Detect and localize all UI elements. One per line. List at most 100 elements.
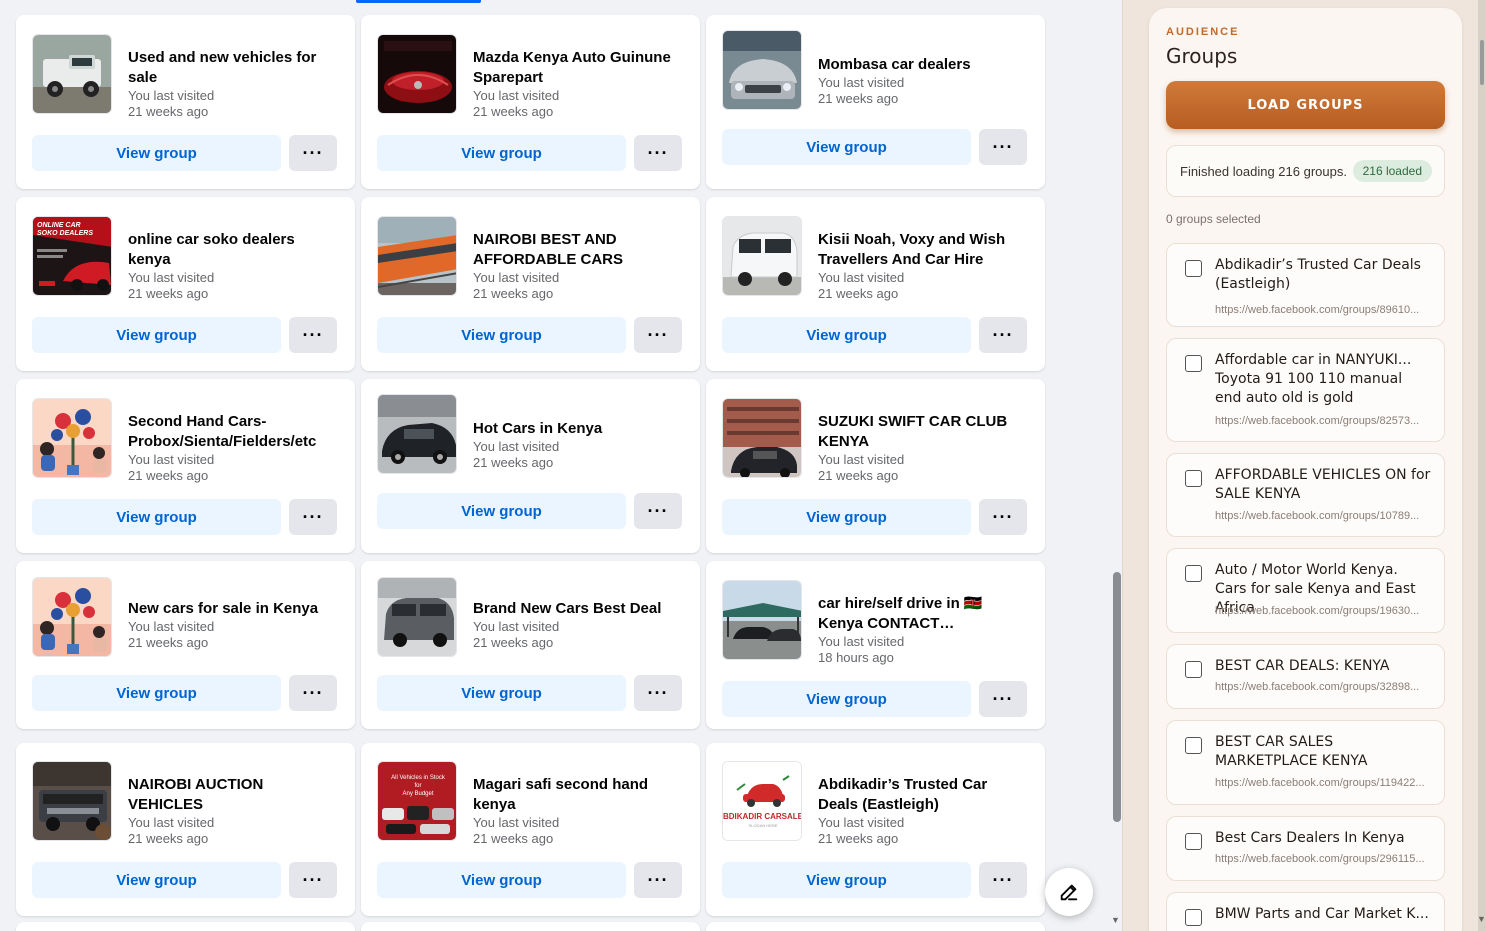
last-visited-label: You last visited: [473, 270, 560, 285]
more-options-icon[interactable]: ···: [289, 499, 337, 535]
group-list-url: https://web.facebook.com/groups/19630...: [1215, 605, 1420, 617]
group-list-item[interactable]: Abdikadir’s Trusted Car Deals (Eastleigh…: [1166, 243, 1445, 327]
group-list-item[interactable]: AFFORDABLE VEHICLES ON for SALE KENYA htt…: [1166, 453, 1445, 537]
more-options-icon[interactable]: ···: [979, 862, 1027, 898]
view-group-button[interactable]: View group: [377, 862, 626, 898]
loaded-count-badge: 216 loaded: [1352, 160, 1432, 182]
group-checkbox[interactable]: [1185, 355, 1202, 372]
panel-scrollbar[interactable]: [1478, 0, 1485, 931]
more-options-icon[interactable]: ···: [979, 317, 1027, 353]
view-group-button[interactable]: View group: [32, 499, 281, 535]
scroll-down-arrow-icon[interactable]: ▼: [1111, 915, 1120, 925]
more-options-icon[interactable]: ···: [289, 862, 337, 898]
view-group-button[interactable]: View group: [722, 499, 971, 535]
group-name[interactable]: Mombasa car dealers: [818, 55, 1031, 75]
group-info: Used and new vehicles for sale You last v…: [128, 48, 341, 120]
group-name[interactable]: online car soko dealers kenya: [128, 230, 341, 270]
group-thumbnail[interactable]: [722, 398, 802, 478]
group-thumbnail[interactable]: [32, 398, 112, 478]
group-checkbox[interactable]: [1185, 833, 1202, 850]
group-list-item[interactable]: BMW Parts and Car Market K...: [1166, 892, 1445, 931]
group-checkbox[interactable]: [1185, 470, 1202, 487]
more-options-icon[interactable]: ···: [634, 493, 682, 529]
group-thumbnail[interactable]: [32, 577, 112, 657]
group-checkbox[interactable]: [1185, 661, 1202, 678]
more-options-icon[interactable]: ···: [634, 317, 682, 353]
group-thumbnail[interactable]: [722, 216, 802, 296]
group-thumbnail[interactable]: ONLINE CAR SOKO DEALERS: [32, 216, 112, 296]
view-group-button[interactable]: View group: [377, 135, 626, 171]
more-options-icon[interactable]: ···: [289, 317, 337, 353]
more-options-icon[interactable]: ···: [289, 675, 337, 711]
group-thumbnail[interactable]: [722, 580, 802, 660]
more-options-icon[interactable]: ···: [634, 675, 682, 711]
group-thumbnail[interactable]: [32, 761, 112, 841]
group-list-title: AFFORDABLE VEHICLES ON for SALE KENYA: [1215, 467, 1431, 502]
group-name[interactable]: Hot Cars in Kenya: [473, 419, 686, 439]
group-name[interactable]: Used and new vehicles for sale: [128, 48, 341, 88]
more-options-icon[interactable]: ···: [634, 862, 682, 898]
view-group-button[interactable]: View group: [377, 317, 626, 353]
group-list-item[interactable]: BEST CAR SALES MARKETPLACE KENYA https://…: [1166, 720, 1445, 805]
view-group-button[interactable]: View group: [32, 135, 281, 171]
group-name[interactable]: NAIROBI AUCTION VEHICLES: [128, 775, 341, 815]
compose-button[interactable]: [1045, 868, 1093, 916]
group-name[interactable]: Brand New Cars Best Deal: [473, 599, 686, 619]
group-thumbnail[interactable]: All Vehicles in Stock for Any Budget: [377, 761, 457, 841]
load-groups-button[interactable]: LOAD GROUPS: [1166, 81, 1445, 129]
panel-scroll-down-icon[interactable]: ▼: [1477, 914, 1485, 924]
group-thumbnail[interactable]: [377, 216, 457, 296]
view-group-button[interactable]: View group: [722, 129, 971, 165]
group-thumbnail[interactable]: [32, 34, 112, 114]
group-name[interactable]: car hire/self drive in 🇰🇪 Kenya CONTACT…: [818, 594, 1031, 634]
group-name[interactable]: Mazda Kenya Auto Guinune Sparepart: [473, 48, 686, 88]
group-list-item[interactable]: Best Cars Dealers In Kenya https://web.fa…: [1166, 816, 1445, 881]
more-options-icon[interactable]: ···: [634, 135, 682, 171]
group-checkbox[interactable]: [1185, 737, 1202, 754]
view-group-button[interactable]: View group: [722, 681, 971, 717]
more-options-icon[interactable]: ···: [979, 499, 1027, 535]
group-info: Kisii Noah, Voxy and Wish Travellers And…: [818, 230, 1031, 302]
group-name[interactable]: NAIROBI BEST AND AFFORDABLE CARS: [473, 230, 686, 270]
view-group-button[interactable]: View group: [32, 317, 281, 353]
view-group-button[interactable]: View group: [32, 862, 281, 898]
more-options-icon[interactable]: ···: [289, 135, 337, 171]
group-thumbnail[interactable]: BDIKADIR CARSALE SLOGAN HERE: [722, 761, 802, 841]
group-name[interactable]: New cars for sale in Kenya: [128, 599, 341, 619]
group-card: car hire/self drive in 🇰🇪 Kenya CONTACT……: [706, 561, 1045, 729]
group-name[interactable]: Abdikadir’s Trusted Car Deals (Eastleigh…: [818, 775, 1031, 815]
last-visited-label: You last visited: [128, 270, 215, 285]
group-list-item[interactable]: BEST CAR DEALS: KENYA https://web.faceboo…: [1166, 644, 1445, 709]
group-name[interactable]: Second Hand Cars-Probox/Sienta/Fielders/…: [128, 412, 341, 452]
group-checkbox[interactable]: [1185, 260, 1202, 277]
status-text: Finished loading 216 groups.: [1180, 164, 1347, 179]
group-card: Second Hand Cars-Probox/Sienta/Fielders/…: [16, 379, 355, 553]
group-name[interactable]: Magari safi second hand kenya: [473, 775, 686, 815]
last-visited-time: 21 weeks ago: [473, 831, 554, 846]
page-scrollbar-thumb[interactable]: [1113, 572, 1121, 822]
group-thumbnail[interactable]: [377, 577, 457, 657]
group-checkbox[interactable]: [1185, 909, 1202, 926]
group-list-item[interactable]: Affordable car in NANYUKI... Toyota 91 1…: [1166, 338, 1445, 442]
group-list-item[interactable]: Auto / Motor World Kenya. Cars for sale …: [1166, 548, 1445, 633]
group-checkbox[interactable]: [1185, 565, 1202, 582]
group-thumbnail[interactable]: [377, 34, 457, 114]
panel-eyebrow: AUDIENCE: [1166, 26, 1240, 38]
group-list-url: https://web.facebook.com/groups/10789...: [1215, 510, 1420, 522]
more-options-icon[interactable]: ···: [979, 129, 1027, 165]
view-group-button[interactable]: View group: [377, 675, 626, 711]
more-options-icon[interactable]: ···: [979, 681, 1027, 717]
view-group-button[interactable]: View group: [377, 493, 626, 529]
last-visited-label: You last visited: [128, 88, 215, 103]
view-group-button[interactable]: View group: [722, 862, 971, 898]
group-thumbnail[interactable]: [377, 394, 457, 474]
status-box: Finished loading 216 groups. 216 loaded: [1166, 145, 1445, 197]
group-name[interactable]: SUZUKI SWIFT CAR CLUB KENYA: [818, 412, 1031, 452]
last-visited-time: 21 weeks ago: [473, 635, 554, 650]
panel-scrollbar-thumb[interactable]: [1480, 40, 1484, 85]
view-group-button[interactable]: View group: [32, 675, 281, 711]
group-list-url: https://web.facebook.com/groups/296115..…: [1215, 853, 1425, 865]
view-group-button[interactable]: View group: [722, 317, 971, 353]
group-name[interactable]: Kisii Noah, Voxy and Wish Travellers And…: [818, 230, 1031, 270]
group-thumbnail[interactable]: [722, 30, 802, 110]
